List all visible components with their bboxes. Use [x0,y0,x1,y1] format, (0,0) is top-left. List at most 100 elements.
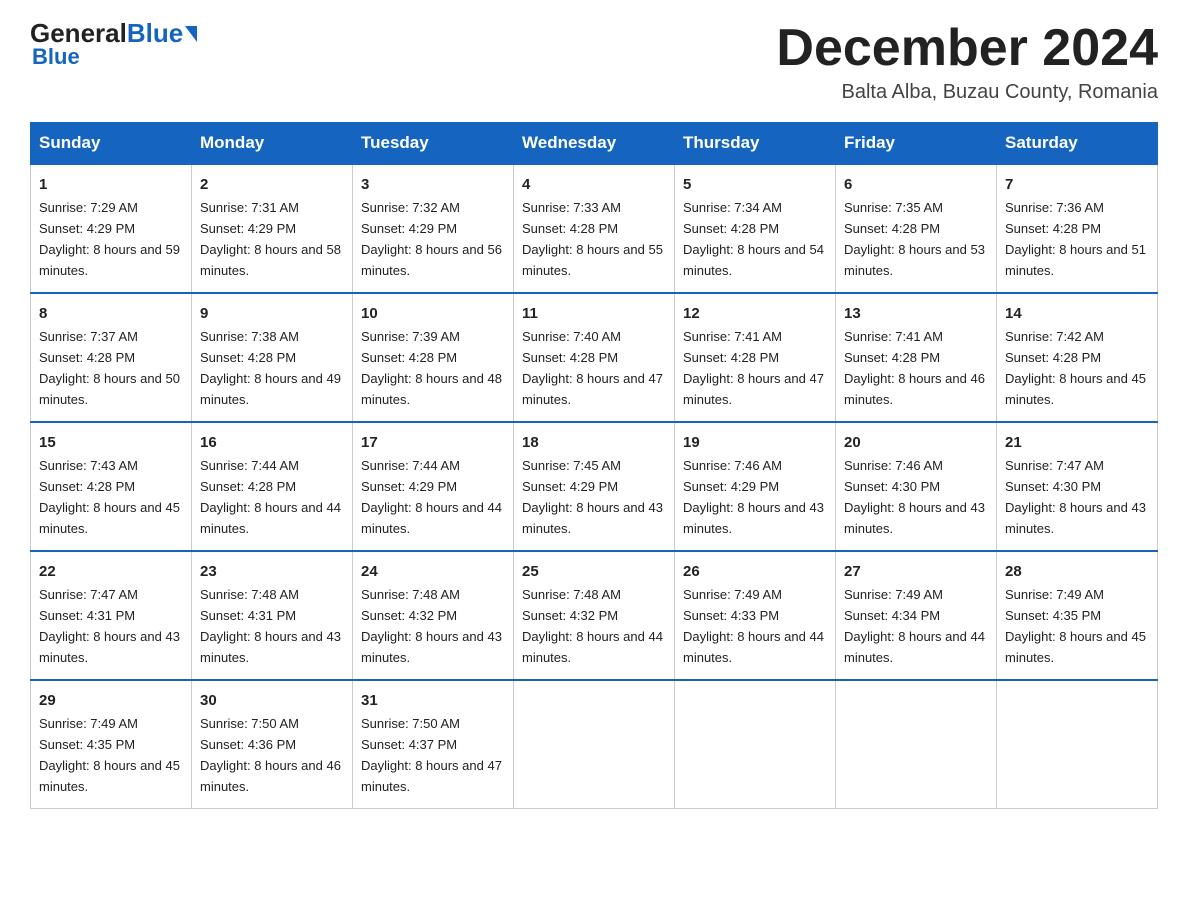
day-info: Sunrise: 7:43 AMSunset: 4:28 PMDaylight:… [39,458,180,536]
day-number: 20 [844,431,988,454]
day-number: 10 [361,302,505,325]
day-info: Sunrise: 7:50 AMSunset: 4:37 PMDaylight:… [361,716,502,794]
calendar-cell: 22 Sunrise: 7:47 AMSunset: 4:31 PMDayligh… [31,551,192,680]
day-info: Sunrise: 7:49 AMSunset: 4:35 PMDaylight:… [39,716,180,794]
day-number: 12 [683,302,827,325]
day-number: 15 [39,431,183,454]
calendar-cell: 27 Sunrise: 7:49 AMSunset: 4:34 PMDayligh… [836,551,997,680]
day-info: Sunrise: 7:41 AMSunset: 4:28 PMDaylight:… [844,329,985,407]
calendar-cell: 6 Sunrise: 7:35 AMSunset: 4:28 PMDaylight… [836,164,997,293]
day-number: 25 [522,560,666,583]
day-info: Sunrise: 7:47 AMSunset: 4:31 PMDaylight:… [39,587,180,665]
calendar-cell: 5Sunrise: 7:34 AMSunset: 4:28 PMDaylight… [675,164,836,293]
calendar-header-tuesday: Tuesday [353,123,514,165]
day-number: 28 [1005,560,1149,583]
day-info: Sunrise: 7:40 AMSunset: 4:28 PMDaylight:… [522,329,663,407]
day-info: Sunrise: 7:42 AMSunset: 4:28 PMDaylight:… [1005,329,1146,407]
calendar-week-row: 29 Sunrise: 7:49 AMSunset: 4:35 PMDayligh… [31,680,1158,808]
calendar-cell: 15 Sunrise: 7:43 AMSunset: 4:28 PMDayligh… [31,422,192,551]
calendar-cell: 12Sunrise: 7:41 AMSunset: 4:28 PMDayligh… [675,293,836,422]
logo-general-text: General [30,20,127,46]
day-info: Sunrise: 7:31 AMSunset: 4:29 PMDaylight:… [200,200,341,278]
location-title: Balta Alba, Buzau County, Romania [776,81,1158,104]
title-block: December 2024 Balta Alba, Buzau County, … [776,20,1158,104]
calendar-header-sunday: Sunday [31,123,192,165]
calendar-week-row: 15 Sunrise: 7:43 AMSunset: 4:28 PMDayligh… [31,422,1158,551]
calendar-cell: 14 Sunrise: 7:42 AMSunset: 4:28 PMDayligh… [997,293,1158,422]
day-info: Sunrise: 7:35 AMSunset: 4:28 PMDaylight:… [844,200,985,278]
day-number: 26 [683,560,827,583]
calendar-cell: 31 Sunrise: 7:50 AMSunset: 4:37 PMDayligh… [353,680,514,808]
calendar-header-monday: Monday [192,123,353,165]
day-number: 7 [1005,173,1149,196]
calendar-cell: 16 Sunrise: 7:44 AMSunset: 4:28 PMDayligh… [192,422,353,551]
calendar-cell: 8 Sunrise: 7:37 AMSunset: 4:28 PMDaylight… [31,293,192,422]
day-info: Sunrise: 7:44 AMSunset: 4:28 PMDaylight:… [200,458,341,536]
day-number: 23 [200,560,344,583]
calendar-cell: 23 Sunrise: 7:48 AMSunset: 4:31 PMDayligh… [192,551,353,680]
day-info: Sunrise: 7:50 AMSunset: 4:36 PMDaylight:… [200,716,341,794]
calendar-header-row: SundayMondayTuesdayWednesdayThursdayFrid… [31,123,1158,165]
calendar-cell [836,680,997,808]
calendar-header-wednesday: Wednesday [514,123,675,165]
day-number: 22 [39,560,183,583]
day-number: 6 [844,173,988,196]
calendar-cell: 20Sunrise: 7:46 AMSunset: 4:30 PMDayligh… [836,422,997,551]
day-number: 5 [683,173,827,196]
calendar-cell: 29 Sunrise: 7:49 AMSunset: 4:35 PMDayligh… [31,680,192,808]
calendar-cell: 26 Sunrise: 7:49 AMSunset: 4:33 PMDayligh… [675,551,836,680]
day-number: 13 [844,302,988,325]
day-info: Sunrise: 7:37 AMSunset: 4:28 PMDaylight:… [39,329,180,407]
day-info: Sunrise: 7:29 AMSunset: 4:29 PMDaylight:… [39,200,180,278]
calendar-cell [675,680,836,808]
calendar-cell: 10 Sunrise: 7:39 AMSunset: 4:28 PMDayligh… [353,293,514,422]
day-number: 29 [39,689,183,712]
logo-arrow-icon [185,26,197,42]
day-info: Sunrise: 7:44 AMSunset: 4:29 PMDaylight:… [361,458,502,536]
logo-subtitle: Blue [32,44,80,70]
calendar-cell: 24 Sunrise: 7:48 AMSunset: 4:32 PMDayligh… [353,551,514,680]
day-number: 3 [361,173,505,196]
calendar-week-row: 22 Sunrise: 7:47 AMSunset: 4:31 PMDayligh… [31,551,1158,680]
month-title: December 2024 [776,20,1158,77]
page-header: General Blue Blue December 2024 Balta Al… [30,20,1158,104]
day-number: 17 [361,431,505,454]
logo: General Blue Blue [30,20,197,70]
day-info: Sunrise: 7:48 AMSunset: 4:32 PMDaylight:… [522,587,663,665]
day-info: Sunrise: 7:32 AMSunset: 4:29 PMDaylight:… [361,200,502,278]
day-number: 14 [1005,302,1149,325]
calendar-cell: 11 Sunrise: 7:40 AMSunset: 4:28 PMDayligh… [514,293,675,422]
calendar-week-row: 8 Sunrise: 7:37 AMSunset: 4:28 PMDaylight… [31,293,1158,422]
day-number: 8 [39,302,183,325]
calendar-cell: 13 Sunrise: 7:41 AMSunset: 4:28 PMDayligh… [836,293,997,422]
calendar-header-friday: Friday [836,123,997,165]
day-number: 31 [361,689,505,712]
day-info: Sunrise: 7:38 AMSunset: 4:28 PMDaylight:… [200,329,341,407]
day-number: 19 [683,431,827,454]
day-number: 27 [844,560,988,583]
day-info: Sunrise: 7:49 AMSunset: 4:34 PMDaylight:… [844,587,985,665]
calendar-cell: 17 Sunrise: 7:44 AMSunset: 4:29 PMDayligh… [353,422,514,551]
day-number: 24 [361,560,505,583]
calendar-cell: 18 Sunrise: 7:45 AMSunset: 4:29 PMDayligh… [514,422,675,551]
day-info: Sunrise: 7:48 AMSunset: 4:32 PMDaylight:… [361,587,502,665]
day-number: 18 [522,431,666,454]
calendar-cell: 3 Sunrise: 7:32 AMSunset: 4:29 PMDaylight… [353,164,514,293]
day-number: 21 [1005,431,1149,454]
calendar-cell [514,680,675,808]
day-info: Sunrise: 7:46 AMSunset: 4:29 PMDaylight:… [683,458,824,536]
day-info: Sunrise: 7:47 AMSunset: 4:30 PMDaylight:… [1005,458,1146,536]
day-info: Sunrise: 7:48 AMSunset: 4:31 PMDaylight:… [200,587,341,665]
day-number: 2 [200,173,344,196]
calendar-cell [997,680,1158,808]
calendar-header-saturday: Saturday [997,123,1158,165]
day-info: Sunrise: 7:49 AMSunset: 4:33 PMDaylight:… [683,587,824,665]
logo-blue-text: Blue [127,20,183,46]
day-info: Sunrise: 7:39 AMSunset: 4:28 PMDaylight:… [361,329,502,407]
day-number: 30 [200,689,344,712]
day-number: 4 [522,173,666,196]
calendar-cell: 28Sunrise: 7:49 AMSunset: 4:35 PMDayligh… [997,551,1158,680]
day-number: 16 [200,431,344,454]
day-info: Sunrise: 7:45 AMSunset: 4:29 PMDaylight:… [522,458,663,536]
day-number: 11 [522,302,666,325]
